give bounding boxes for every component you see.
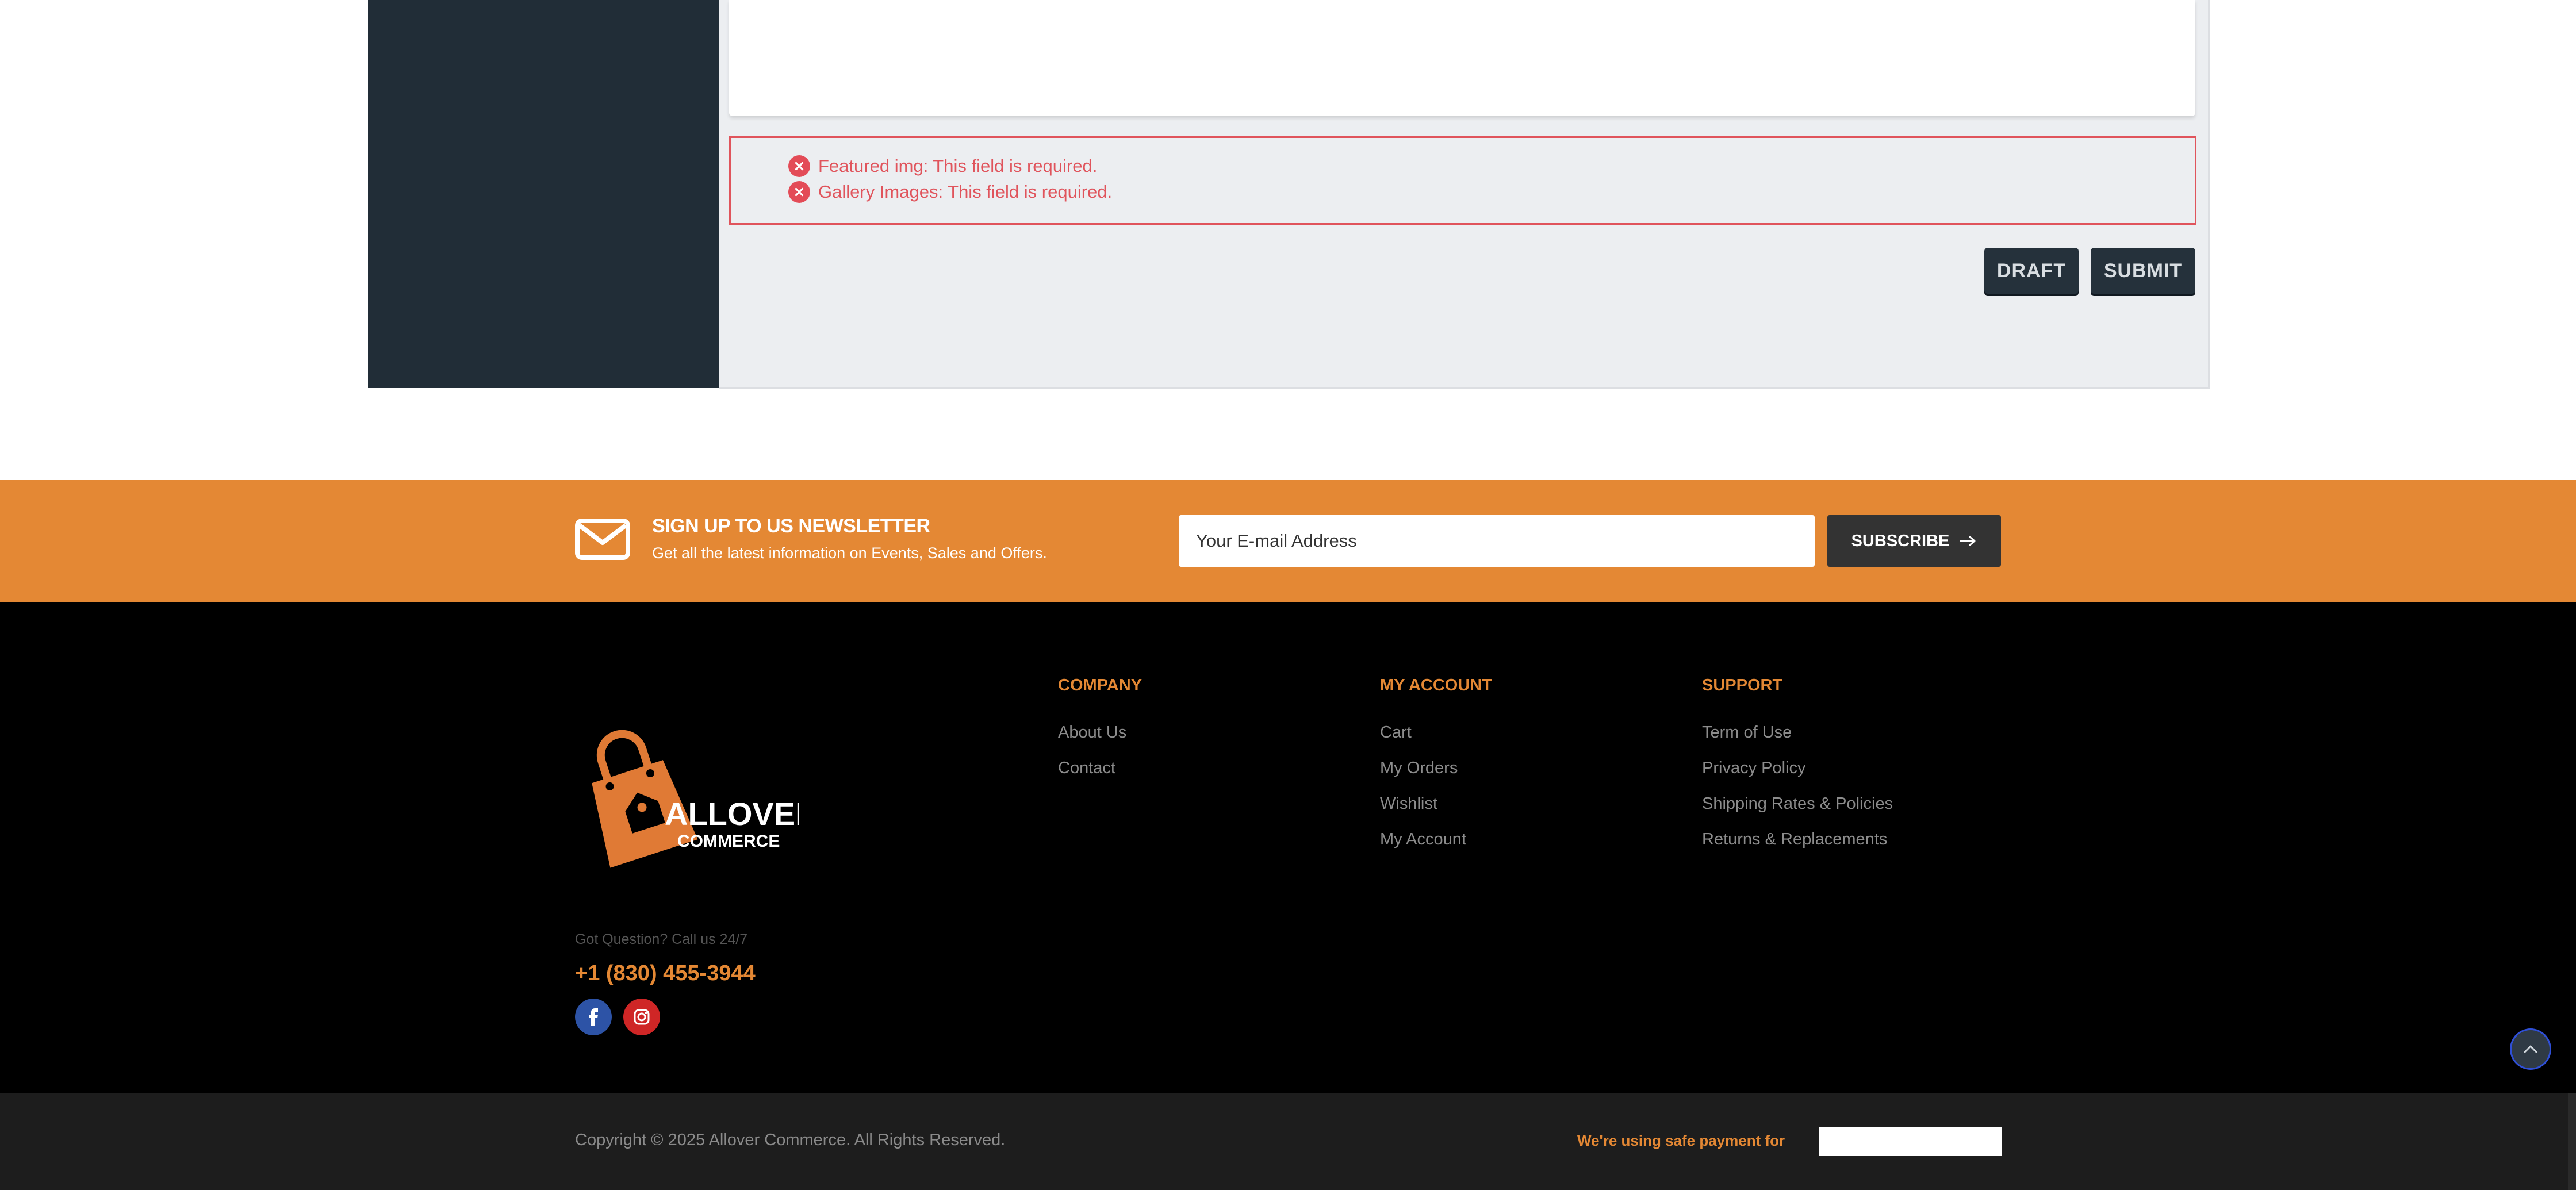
back-to-top-button[interactable]: [2512, 1030, 2550, 1068]
error-text: Gallery Images: This field is required.: [818, 182, 1113, 202]
envelope-icon: [575, 519, 630, 560]
footer-link-about-us[interactable]: About Us: [1058, 723, 1126, 742]
footer-heading-company: COMPANY: [1058, 676, 1143, 694]
copyright-bar: [0, 1093, 2576, 1190]
subscribe-button[interactable]: SUBSCRIBE: [1827, 515, 2001, 567]
newsletter-subtitle: Get all the latest information on Events…: [652, 544, 1047, 562]
footer-link-shipping-rates[interactable]: Shipping Rates & Policies: [1702, 794, 1893, 813]
footer-heading-support: SUPPORT: [1702, 676, 1783, 694]
payment-methods-image: [1819, 1127, 2002, 1156]
call-label: Got Question? Call us 24/7: [575, 931, 748, 947]
submit-button[interactable]: SUBMIT: [2091, 248, 2195, 294]
error-item: Gallery Images: This field is required.: [788, 181, 1112, 203]
error-item: Featured img: This field is required.: [788, 155, 1097, 177]
footer-link-contact[interactable]: Contact: [1058, 759, 1116, 778]
draft-button[interactable]: DRAFT: [1984, 248, 2079, 294]
copyright-text: Copyright © 2025 Allover Commerce. All R…: [575, 1131, 1006, 1149]
footer-heading-my-account: MY ACCOUNT: [1380, 676, 1492, 694]
footer-link-my-account[interactable]: My Account: [1380, 830, 1466, 849]
newsletter-email-input[interactable]: [1179, 515, 1815, 567]
footer-link-my-orders[interactable]: My Orders: [1380, 759, 1458, 778]
arrow-right-icon: [1960, 536, 1976, 546]
footer-link-cart[interactable]: Cart: [1380, 723, 1412, 742]
site-footer: [0, 602, 2576, 1093]
dashboard-sidebar: [368, 0, 719, 388]
error-text: Featured img: This field is required.: [818, 156, 1098, 176]
error-x-icon: [788, 181, 810, 203]
newsletter-title: SIGN UP TO US NEWSLETTER: [652, 515, 930, 537]
logo-word-allover: ALLOVER: [665, 796, 799, 832]
chevron-up-icon: [2524, 1045, 2537, 1053]
footer-link-wishlist[interactable]: Wishlist: [1380, 794, 1438, 813]
safe-payment-label: We're using safe payment for: [1577, 1132, 1785, 1149]
footer-link-privacy-policy[interactable]: Privacy Policy: [1702, 759, 1806, 778]
content-editor[interactable]: [729, 0, 2195, 116]
facebook-icon[interactable]: [575, 999, 612, 1035]
footer-link-returns[interactable]: Returns & Replacements: [1702, 830, 1887, 849]
subscribe-label: SUBSCRIBE: [1851, 531, 1950, 550]
error-x-icon: [788, 155, 810, 177]
instagram-icon[interactable]: [623, 999, 660, 1035]
footer-link-term-of-use[interactable]: Term of Use: [1702, 723, 1792, 742]
page-scrollbar[interactable]: [2568, 1093, 2576, 1190]
allover-commerce-logo[interactable]: ALLOVER COMMERCE: [581, 721, 799, 877]
phone-number[interactable]: +1 (830) 455-3944: [575, 961, 756, 986]
logo-word-commerce: COMMERCE: [677, 832, 780, 851]
validation-error-box: Featured img: This field is required. Ga…: [729, 136, 2196, 225]
